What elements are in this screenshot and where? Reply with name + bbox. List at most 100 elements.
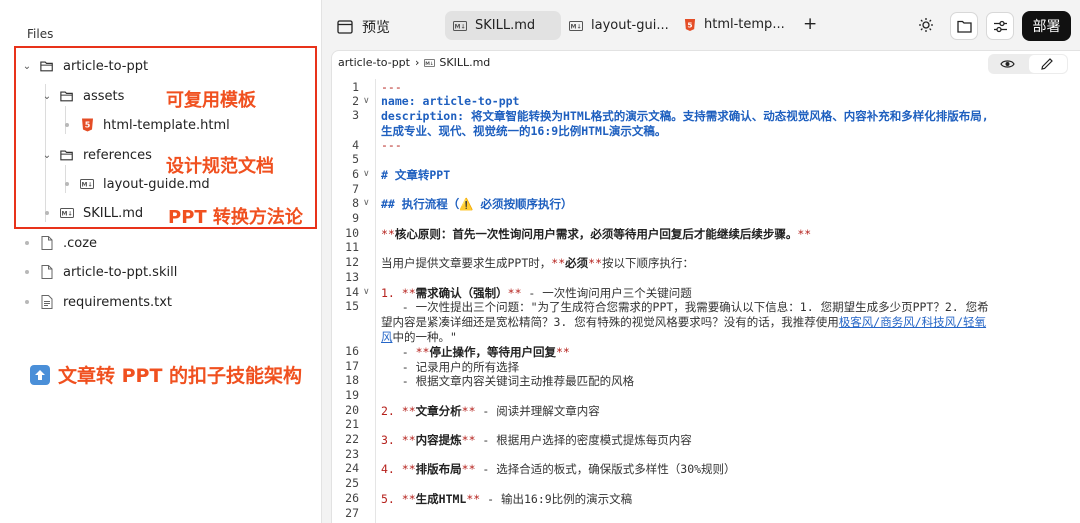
pencil-icon[interactable] — [1040, 57, 1054, 71]
text-file-icon — [40, 295, 54, 309]
line-number: 2 — [352, 94, 359, 108]
preview-icon — [337, 20, 353, 34]
add-tab-button[interactable]: + — [803, 14, 817, 34]
line-number: 16 — [345, 344, 359, 358]
tree-item-coze[interactable]: .coze — [22, 233, 97, 253]
frontmatter-description-wrap: 生成专业、现代、视觉统一的16:9比例HTML演示文稿。 — [381, 124, 667, 138]
line-number: 12 — [345, 255, 359, 269]
bold-text: 需求确认（强制） — [415, 286, 508, 300]
markdown-icon: M↓ — [80, 177, 94, 191]
list-marker: 5. — [381, 492, 402, 506]
line-number: 4 — [352, 138, 359, 152]
tree-label: requirements.txt — [63, 294, 173, 310]
bold-text: 停止操作，等待用户回复 — [429, 345, 556, 359]
file-dot — [42, 211, 52, 215]
code-line-16: - **停止操作，等待用户回复** — [381, 344, 570, 360]
tab-label: SKILL.md — [475, 18, 536, 33]
breadcrumb: article-to-ppt › M↓ SKILL.md — [338, 56, 490, 69]
tab-label: layout-gui... — [591, 18, 669, 33]
code-editor[interactable]: article-to-ppt › M↓ SKILL.md 1 2 3 4 5 6… — [331, 50, 1080, 523]
text: - 一次性询问用户三个关键问题 — [521, 286, 692, 300]
tree-item-references[interactable]: ⌄ references — [42, 145, 152, 165]
fold-chevron-icon[interactable]: ∨ — [363, 198, 370, 208]
svg-text:M↓: M↓ — [455, 23, 466, 30]
file-dot — [62, 182, 72, 186]
markdown-icon: M↓ — [424, 58, 436, 67]
eye-icon[interactable] — [1000, 58, 1015, 70]
tab-html-template[interactable]: 5 html-temp... — [684, 17, 785, 32]
tree-item-article-to-ppt[interactable]: ⌄ article-to-ppt — [22, 56, 148, 76]
tree-item-requirements[interactable]: requirements.txt — [22, 292, 172, 312]
line-number: 1 — [352, 80, 359, 94]
preview-button[interactable]: 预览 — [337, 17, 390, 37]
tree-item-html-template[interactable]: 5 html-template.html — [62, 115, 230, 135]
heading-1: # 文章转PPT — [381, 168, 451, 182]
line-number: 3 — [352, 108, 359, 122]
line-number: 18 — [345, 373, 359, 387]
file-icon — [40, 265, 54, 279]
code-line-3: description: 将文章智能转换为HTML格式的演示文稿。支持需求确认、… — [381, 108, 989, 124]
line-number: 23 — [345, 447, 359, 461]
style-link[interactable]: 风 — [381, 330, 393, 344]
tree-label: article-to-ppt.skill — [63, 264, 178, 280]
code-line-18: - 根据文章内容关键词主动推荐最匹配的风格 — [381, 373, 634, 389]
bold-text: 文章分析 — [415, 404, 462, 418]
code-line-3-wrap: 生成专业、现代、视觉统一的16:9比例HTML演示文稿。 — [381, 123, 666, 139]
bold-text: 生成HTML — [415, 492, 467, 506]
chevron-down-icon: ⌄ — [42, 90, 52, 102]
code-line-6: # 文章转PPT — [381, 167, 450, 183]
annotation-references: 设计规范文档 — [166, 156, 274, 177]
markdown-icon: M↓ — [60, 206, 74, 220]
fold-chevron-icon[interactable]: ∨ — [363, 169, 370, 179]
theme-toggle[interactable] — [918, 17, 934, 33]
tab-layout-guide[interactable]: M↓ layout-gui... — [569, 18, 669, 33]
fold-chevron-icon[interactable]: ∨ — [363, 287, 370, 297]
settings-button[interactable] — [986, 12, 1014, 40]
frontmatter-delimiter: --- — [381, 80, 402, 94]
bold-marker: ** — [461, 462, 476, 476]
list-marker: - — [381, 345, 416, 359]
bold-text: 排版布局 — [415, 462, 462, 476]
tree-label: assets — [83, 88, 125, 104]
tab-skill-md[interactable]: M↓ SKILL.md — [453, 18, 535, 33]
tree-item-skill-file[interactable]: article-to-ppt.skill — [22, 262, 177, 282]
fold-chevron-icon[interactable]: ∨ — [363, 96, 370, 106]
tree-item-assets[interactable]: ⌄ assets — [42, 86, 125, 106]
line-number: 26 — [345, 491, 359, 505]
chevron-right-icon: › — [414, 56, 420, 69]
deploy-button[interactable]: 部署 — [1022, 11, 1071, 41]
code-line-15-wrap2: 风中的一种。" — [381, 329, 457, 345]
line-number: 19 — [345, 388, 359, 402]
line-number: 13 — [345, 270, 359, 284]
bold-marker: ** — [797, 227, 812, 241]
tree-item-skill[interactable]: M↓ SKILL.md — [42, 203, 143, 223]
frontmatter-description: description: 将文章智能转换为HTML格式的演示文稿。支持需求确认、… — [381, 109, 989, 123]
bold-marker: ** — [551, 256, 566, 270]
breadcrumb-folder[interactable]: article-to-ppt — [338, 56, 410, 69]
line-number: 9 — [352, 211, 359, 225]
file-dot — [22, 300, 32, 304]
text: 中的一种。" — [392, 330, 457, 344]
text: - 选择合适的板式，确保版式多样性（30%规则） — [475, 462, 736, 476]
folder-open-icon — [60, 148, 74, 162]
breadcrumb-file[interactable]: SKILL.md — [439, 56, 490, 69]
line-number: 21 — [345, 417, 359, 431]
file-dot — [22, 241, 32, 245]
line-number: 24 — [345, 461, 359, 475]
bold-marker: ** — [588, 256, 602, 270]
line-number: 11 — [345, 240, 359, 254]
code-line-12: 当用户提供文章要求生成PPT时，**必须**按以下顺序执行： — [381, 255, 694, 271]
code-line-10: **核心原则：首先一次性询问用户需求，必须等待用户回复后才能继续后续步骤。** — [381, 226, 811, 242]
html5-icon: 5 — [684, 18, 696, 32]
line-number: 6 — [352, 167, 359, 181]
code-line-1: --- — [381, 80, 402, 94]
view-mode-toggle — [988, 54, 1068, 74]
annotation-skill: PPT 转换方法论 — [168, 207, 303, 228]
text: - 输出16:9比例的演示文稿 — [480, 492, 633, 506]
line-number: 10 — [345, 226, 359, 240]
text: - 记录用户的所有选择 — [381, 360, 520, 374]
folder-button[interactable] — [950, 12, 978, 40]
style-link[interactable]: 极客风/商务风/科技风/轻氧 — [839, 315, 986, 329]
svg-text:M↓: M↓ — [571, 23, 582, 30]
line-number: 22 — [345, 432, 359, 446]
